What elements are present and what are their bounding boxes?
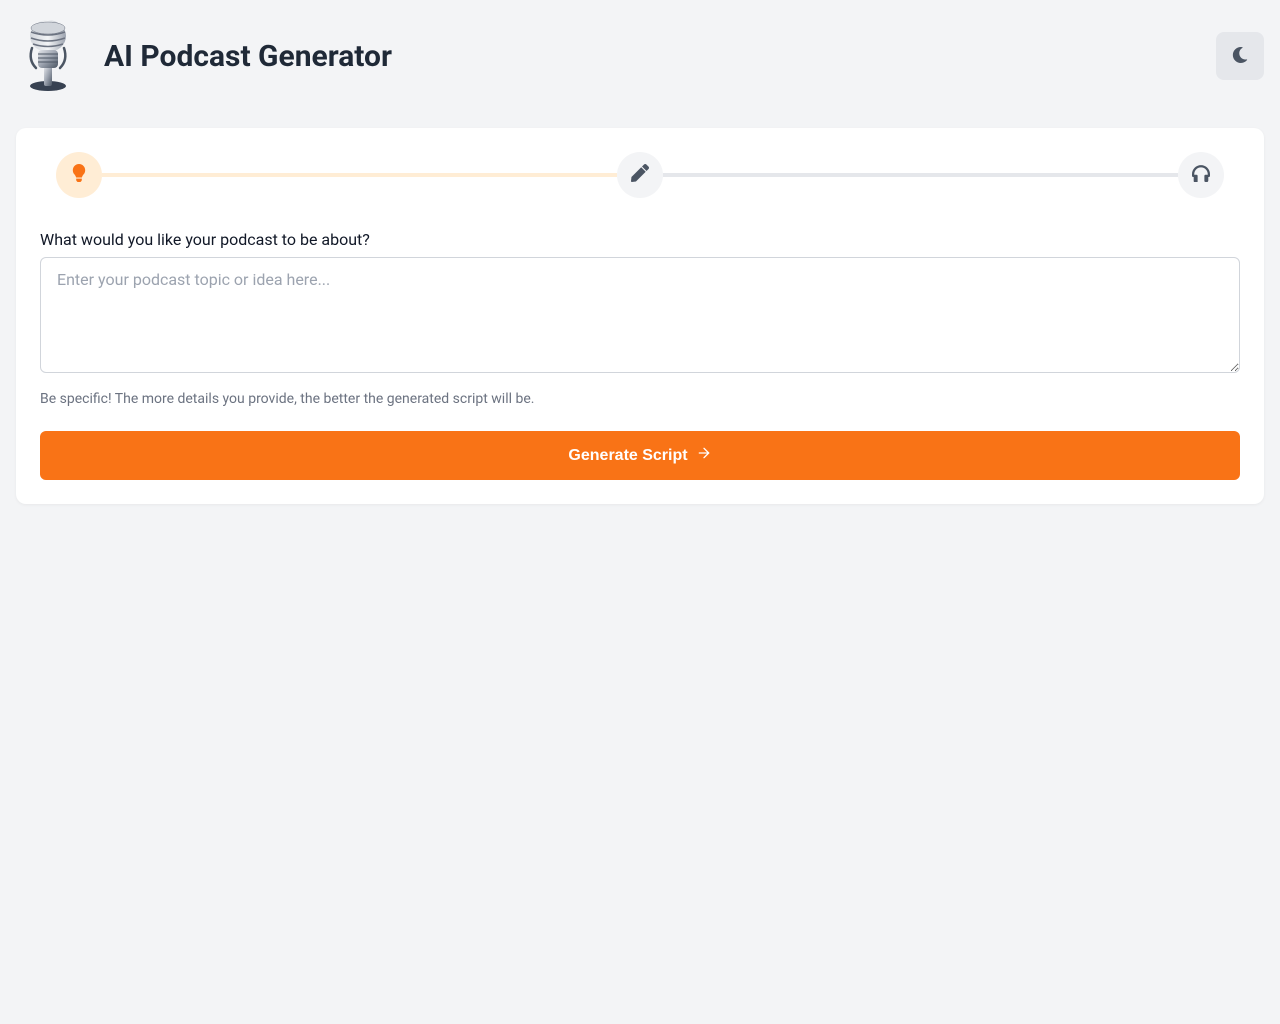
prompt-label: What would you like your podcast to be a…	[40, 230, 1240, 249]
connector-2	[663, 173, 1178, 177]
topic-form: What would you like your podcast to be a…	[40, 230, 1240, 480]
headphones-icon	[1192, 164, 1210, 186]
step-listen[interactable]	[1178, 152, 1224, 198]
step-topic[interactable]	[56, 152, 102, 198]
microphone-logo	[16, 16, 80, 96]
moon-icon	[1232, 47, 1248, 66]
topic-textarea[interactable]	[40, 257, 1240, 373]
step-edit[interactable]	[617, 152, 663, 198]
header: AI Podcast Generator	[0, 0, 1280, 112]
lightbulb-icon	[70, 164, 88, 186]
generate-button-label: Generate Script	[568, 447, 687, 465]
stepper	[40, 152, 1240, 198]
theme-toggle-button[interactable]	[1216, 32, 1264, 80]
pencil-icon	[631, 164, 649, 186]
page-title: AI Podcast Generator	[104, 39, 392, 74]
main-card: What would you like your podcast to be a…	[16, 128, 1264, 504]
generate-script-button[interactable]: Generate Script	[40, 431, 1240, 480]
connector-1	[102, 173, 617, 177]
helper-text: Be specific! The more details you provid…	[40, 391, 1240, 407]
arrow-right-icon	[696, 445, 712, 466]
header-left: AI Podcast Generator	[16, 16, 392, 96]
